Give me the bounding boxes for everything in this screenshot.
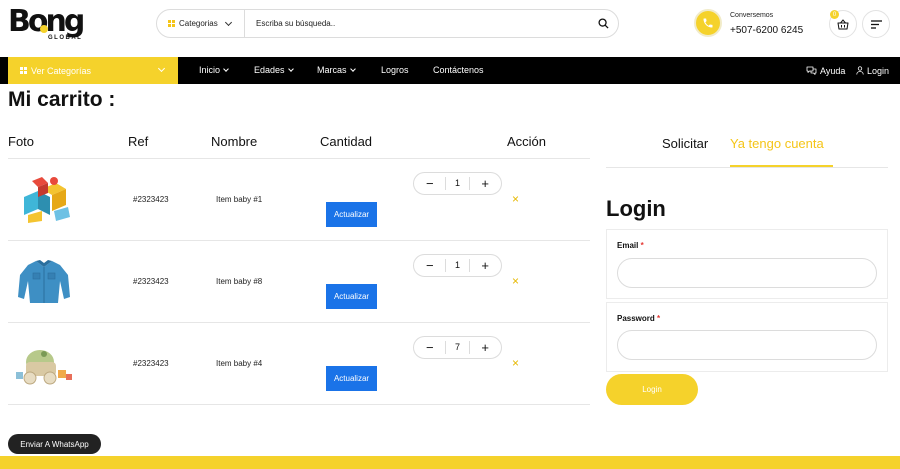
chevron-down-icon — [349, 66, 356, 72]
password-field[interactable] — [617, 330, 877, 360]
quantity-stepper: − 1 + — [413, 254, 502, 277]
column-header-foto: Foto — [8, 134, 35, 149]
password-label: Password * — [617, 314, 661, 323]
column-header-nombre: Nombre — [211, 134, 258, 149]
quantity-value[interactable]: 7 — [444, 341, 470, 354]
divider — [8, 158, 590, 159]
tab-divider — [606, 167, 888, 168]
nav-item-logros[interactable]: Logros — [381, 57, 409, 84]
login-link[interactable]: Login — [856, 57, 889, 84]
update-button[interactable]: Actualizar — [326, 202, 377, 227]
remove-item-icon[interactable]: × — [512, 192, 519, 206]
item-ref: #2323423 — [133, 195, 169, 204]
page-title: Mi carrito : — [8, 88, 116, 111]
remove-item-icon[interactable]: × — [512, 274, 519, 288]
increment-button[interactable]: + — [481, 341, 489, 354]
increment-button[interactable]: + — [481, 259, 489, 272]
update-button[interactable]: Actualizar — [326, 284, 377, 309]
contact-phone[interactable]: +507-6200 6245 — [730, 25, 803, 36]
decrement-button[interactable]: − — [426, 259, 434, 272]
grid-icon — [168, 20, 175, 27]
column-header-cantidad: Cantidad — [320, 134, 373, 149]
item-name: Item baby #8 — [216, 277, 263, 286]
quantity-stepper: − 1 + — [413, 172, 502, 195]
grid-icon — [20, 67, 27, 74]
search-category-label: Categorias — [179, 19, 218, 28]
login-label: Login — [867, 65, 890, 76]
user-icon — [856, 66, 864, 75]
cart-count-badge: 0 — [830, 10, 839, 19]
tab-solicitar[interactable]: Solicitar — [662, 136, 708, 151]
menu-icon — [870, 19, 882, 29]
nav-item-marcas[interactable]: Marcas — [317, 57, 356, 84]
basket-icon — [837, 18, 849, 29]
menu-button[interactable] — [862, 10, 890, 38]
logo-dot — [40, 25, 48, 33]
item-ref: #2323423 — [133, 359, 169, 368]
product-image-wooden-toy-car[interactable] — [14, 340, 74, 390]
categories-button-label: Ver Categorías — [31, 65, 92, 76]
increment-button[interactable]: + — [481, 177, 489, 190]
quantity-value[interactable]: 1 — [444, 259, 470, 272]
search-bar: Categorias — [156, 9, 619, 38]
quantity-value[interactable]: 1 — [444, 177, 470, 190]
required-mark: * — [640, 241, 644, 250]
chat-icon — [806, 66, 817, 75]
remove-item-icon[interactable]: × — [512, 356, 519, 370]
nav-item-label: Logros — [381, 65, 409, 75]
chevron-down-icon — [287, 66, 294, 72]
categories-dropdown-button[interactable]: Ver Categorías — [8, 57, 178, 84]
main-navbar: Ver Categorías Inicio Edades Marcas Logr… — [0, 57, 900, 84]
nav-item-edades[interactable]: Edades — [254, 57, 294, 84]
nav-item-label: Edades — [254, 65, 285, 75]
item-ref: #2323423 — [133, 277, 169, 286]
chevron-down-icon — [223, 66, 229, 72]
nav-item-contactenos[interactable]: Contáctenos — [433, 57, 484, 84]
tab-ya-tengo-cuenta[interactable]: Ya tengo cuenta — [730, 136, 824, 151]
divider — [8, 404, 590, 405]
nav-item-label: Marcas — [317, 65, 347, 75]
search-button[interactable] — [588, 10, 618, 37]
nav-item-label: Inicio — [199, 65, 221, 75]
nav-item-label: Contáctenos — [433, 65, 484, 75]
divider — [8, 322, 590, 323]
required-mark: * — [657, 314, 661, 323]
footer-bar — [0, 456, 900, 469]
email-label: Email * — [617, 241, 644, 250]
phone-icon[interactable] — [694, 9, 722, 37]
item-name: Item baby #1 — [216, 195, 263, 204]
column-header-accion: Acción — [507, 134, 547, 149]
logo-subtitle: GLOBAL — [48, 35, 83, 41]
product-image-toy-blocks[interactable] — [14, 175, 74, 225]
search-category-select[interactable]: Categorias — [157, 10, 245, 37]
decrement-button[interactable]: − — [426, 341, 434, 354]
help-link[interactable]: Ayuda — [806, 57, 845, 84]
quantity-stepper: − 7 + — [413, 336, 502, 359]
item-name: Item baby #4 — [216, 359, 263, 368]
email-field[interactable] — [617, 258, 877, 288]
contact-label: Conversemos — [730, 12, 774, 19]
divider — [8, 240, 590, 241]
help-label: Ayuda — [820, 65, 846, 76]
chevron-down-icon — [224, 18, 232, 26]
search-icon — [597, 18, 609, 29]
product-image-denim-shirt[interactable] — [14, 257, 74, 307]
update-button[interactable]: Actualizar — [326, 366, 377, 391]
search-input[interactable] — [245, 19, 588, 28]
login-title: Login — [606, 196, 666, 221]
active-tab-indicator — [730, 165, 833, 167]
nav-item-inicio[interactable]: Inicio — [199, 57, 229, 84]
chevron-down-icon — [157, 64, 166, 73]
decrement-button[interactable]: − — [426, 177, 434, 190]
whatsapp-button[interactable]: Enviar A WhatsApp — [8, 434, 101, 454]
login-button[interactable]: Login — [606, 374, 698, 405]
column-header-ref: Ref — [128, 134, 149, 149]
brand-logo[interactable]: Bong GLOBAL — [8, 7, 86, 43]
